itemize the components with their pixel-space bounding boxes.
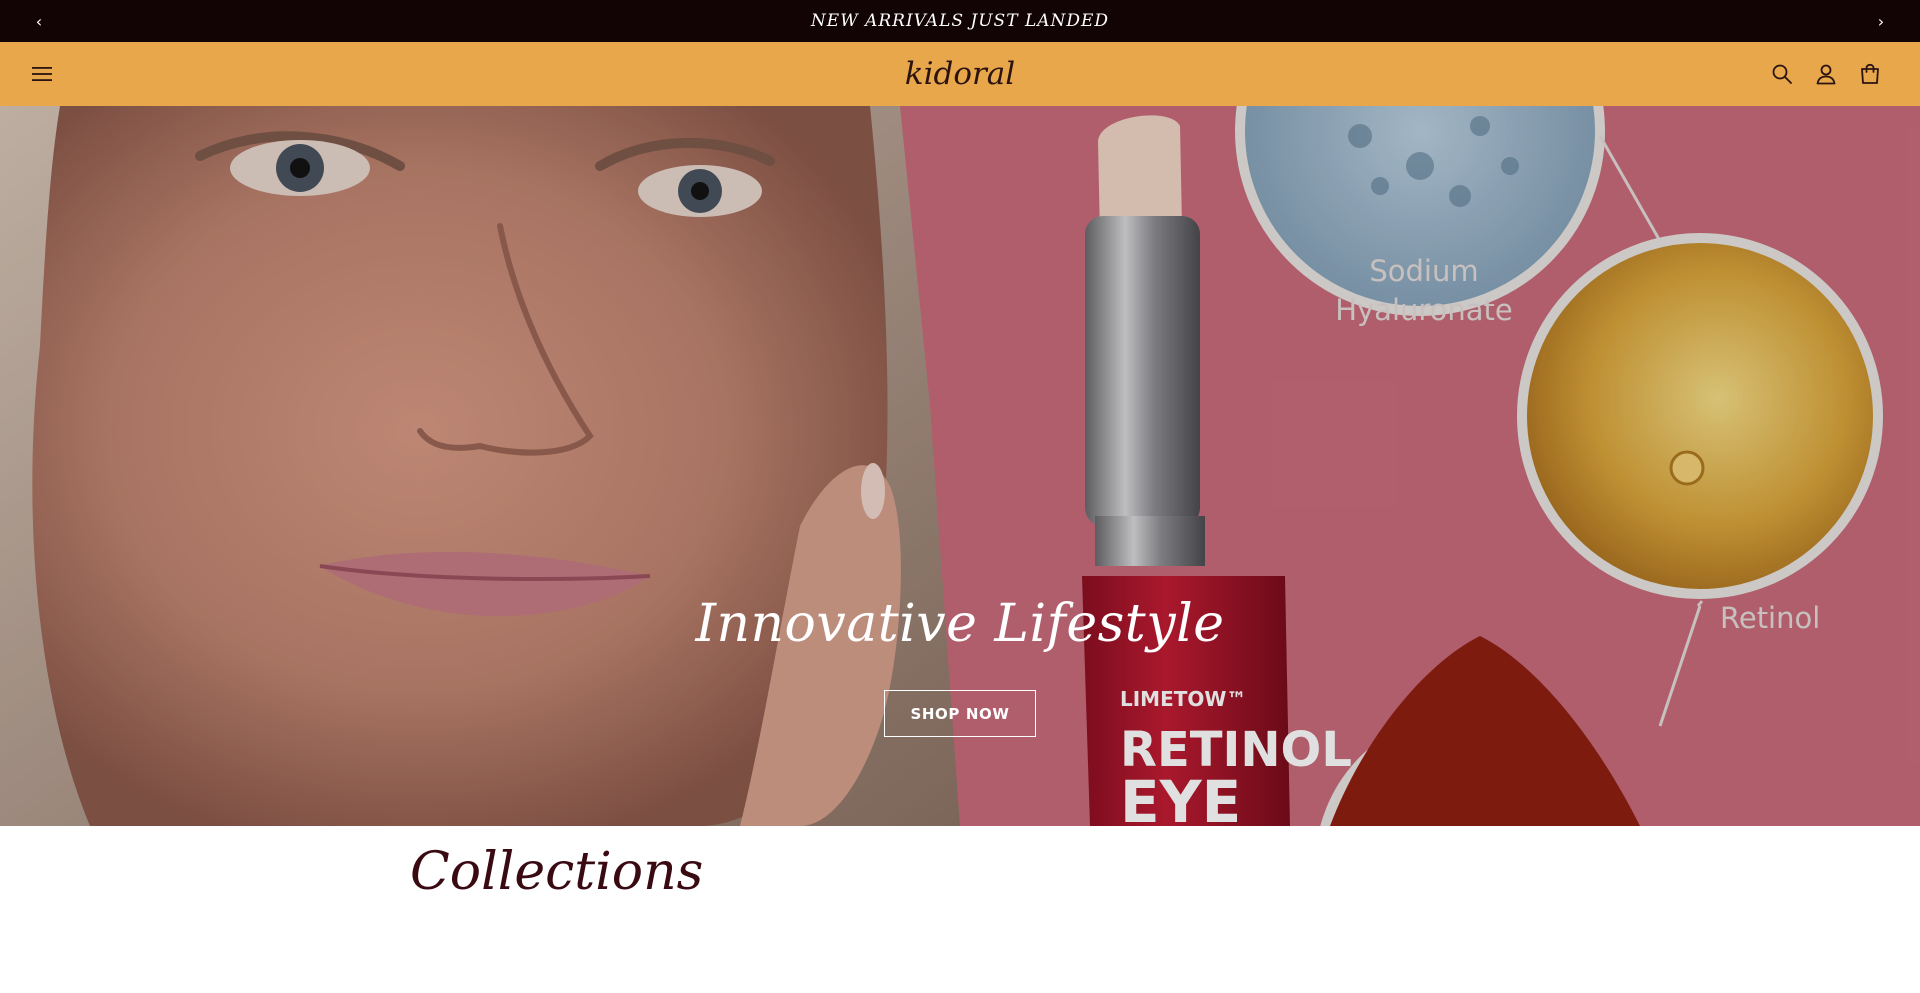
site-logo[interactable]: kidoral xyxy=(905,56,1015,92)
site-header: kidoral xyxy=(0,42,1920,106)
chevron-left-icon: ‹ xyxy=(35,11,43,31)
announcement-text: NEW ARRIVALS JUST LANDED xyxy=(810,11,1110,31)
account-icon xyxy=(1816,64,1836,85)
hero-heading: Innovative Lifestyle xyxy=(695,594,1225,654)
menu-button[interactable] xyxy=(22,54,62,94)
cart-icon xyxy=(1861,63,1879,84)
announcement-bar: ‹ NEW ARRIVALS JUST LANDED › xyxy=(0,0,1920,42)
collections-title: Collections xyxy=(410,842,704,902)
announcement-next-button[interactable]: › xyxy=(1861,0,1901,42)
cart-button[interactable] xyxy=(1850,54,1890,94)
search-icon xyxy=(1772,64,1792,84)
hero-banner: LIMETOW™ RETINOL EYE Sodium Hyaluronate … xyxy=(0,106,1920,826)
hamburger-menu-icon xyxy=(32,67,52,81)
search-button[interactable] xyxy=(1762,54,1802,94)
shop-now-button[interactable]: SHOP NOW xyxy=(884,690,1036,737)
account-button[interactable] xyxy=(1806,54,1846,94)
chevron-right-icon: › xyxy=(1877,11,1885,31)
announcement-prev-button[interactable]: ‹ xyxy=(19,0,59,42)
